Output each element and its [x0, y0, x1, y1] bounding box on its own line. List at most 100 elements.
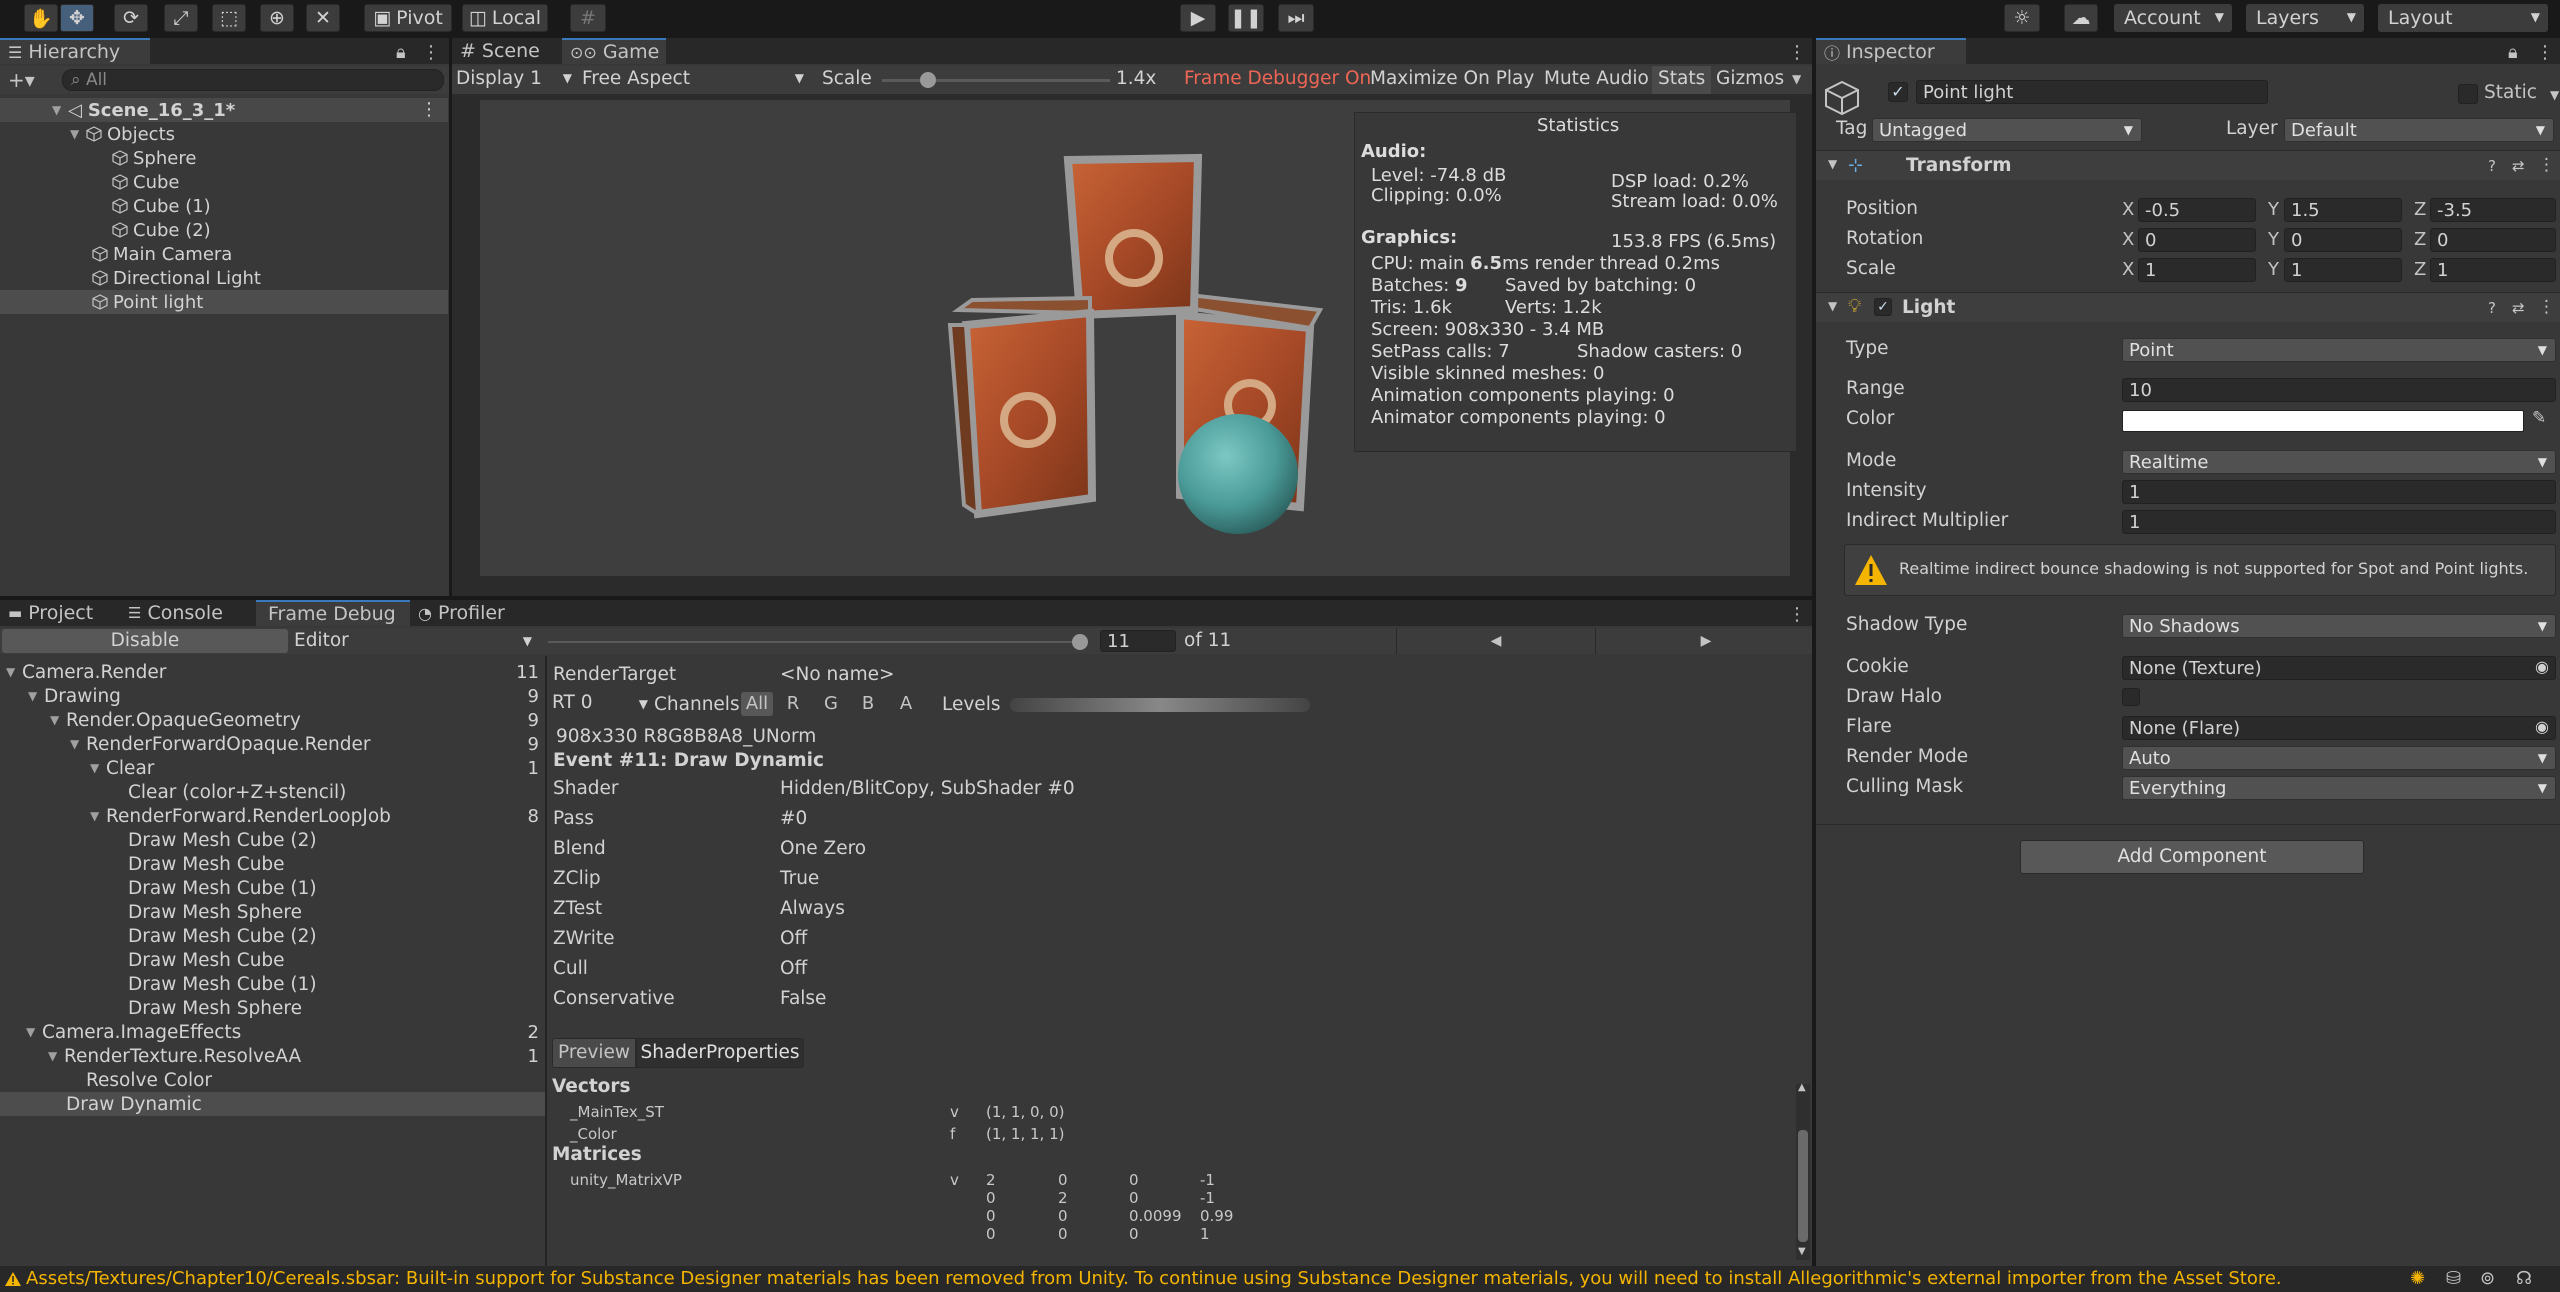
expand-triangle-icon[interactable]: ▼: [52, 103, 68, 117]
tab-scene[interactable]: # Scene: [452, 38, 562, 64]
channel-all-toggle[interactable]: All: [741, 692, 773, 716]
local-toggle[interactable]: ◫ Local: [462, 4, 548, 32]
mute-audio-toggle[interactable]: Mute Audio: [1544, 68, 1649, 89]
expand-triangle-icon[interactable]: ▼: [28, 689, 44, 703]
play-button[interactable]: ▶: [1180, 4, 1216, 32]
tree-row-selected[interactable]: Draw Dynamic: [0, 1092, 545, 1116]
chevron-down-icon[interactable]: ▼: [2550, 88, 2559, 102]
shader-properties-tab[interactable]: ShaderProperties: [636, 1038, 804, 1068]
position-x-field[interactable]: -0.5: [2138, 198, 2256, 222]
chevron-down-icon[interactable]: ▼: [1792, 72, 1801, 86]
hierarchy-item-main-camera[interactable]: Main Camera: [0, 242, 448, 266]
scene-row[interactable]: ▼ ◁ Scene_16_3_1* ⋮: [0, 98, 448, 122]
aspect-dropdown[interactable]: Free Aspect ▼: [578, 68, 810, 92]
expand-triangle-icon[interactable]: ▼: [90, 761, 106, 775]
tab-profiler[interactable]: ◔ Profiler: [410, 600, 526, 626]
add-icon[interactable]: +▾: [8, 68, 35, 92]
scale-y-field[interactable]: 1: [2284, 258, 2402, 282]
tag-dropdown[interactable]: Untagged ▼: [1872, 118, 2142, 142]
scale-slider[interactable]: [882, 72, 1110, 88]
rotation-z-field[interactable]: 0: [2430, 228, 2556, 252]
tree-row[interactable]: ▼ Camera.ImageEffects 2: [0, 1020, 545, 1044]
grid-snap-button[interactable]: #: [570, 4, 606, 32]
intensity-field[interactable]: 1: [2122, 480, 2556, 504]
hierarchy-item-sphere[interactable]: Sphere: [0, 146, 448, 170]
network-icon[interactable]: ⛁: [2446, 1268, 2461, 1289]
frame-debugger-on-label[interactable]: Frame Debugger On: [1184, 68, 1371, 89]
bake-icon[interactable]: ✺: [2410, 1268, 2425, 1289]
hierarchy-item-objects[interactable]: ▼ Objects: [0, 122, 448, 146]
channel-g-toggle[interactable]: G: [815, 692, 847, 716]
tab-inspector[interactable]: ⓘ Inspector: [1816, 38, 1966, 64]
splitter[interactable]: [545, 656, 547, 1266]
component-menu-icon[interactable]: ⋮: [2538, 155, 2555, 175]
collapse-triangle-icon[interactable]: ▼: [1828, 157, 1837, 171]
levels-slider[interactable]: [1010, 698, 1310, 712]
event-slider[interactable]: [548, 634, 1088, 650]
more-menu-icon[interactable]: ⋮: [1788, 604, 1806, 625]
object-picker-icon[interactable]: ◉: [2535, 657, 2549, 676]
scroll-up-icon[interactable]: ▲: [1798, 1082, 1806, 1093]
indirect-multiplier-field[interactable]: 1: [2122, 510, 2556, 534]
prev-event-button[interactable]: ◀: [1396, 628, 1596, 654]
transform-header[interactable]: ▼ ⊹ Transform ? ⇄ ⋮: [1816, 150, 2560, 180]
next-event-button[interactable]: ▶: [1606, 628, 1806, 654]
account-dropdown[interactable]: Account ▼: [2114, 4, 2232, 32]
flare-field[interactable]: None (Flare) ◉: [2122, 716, 2556, 740]
tree-row[interactable]: ▼ Drawing 9: [0, 684, 545, 708]
hierarchy-item-directional-light[interactable]: Directional Light: [0, 266, 448, 290]
tab-game[interactable]: ⊙⊙ Game: [562, 38, 666, 64]
target-dropdown[interactable]: Editor ▼: [292, 629, 536, 653]
tree-row[interactable]: ▼ Camera.Render 11: [0, 660, 545, 684]
tree-row[interactable]: Draw Mesh Sphere: [0, 900, 545, 924]
expand-triangle-icon[interactable]: ▼: [48, 1049, 64, 1063]
event-index-field[interactable]: 11: [1100, 630, 1176, 652]
expand-triangle-icon[interactable]: ▼: [70, 737, 86, 751]
hierarchy-item-point-light[interactable]: Point light: [0, 290, 448, 314]
cloud-button[interactable]: ☁: [2064, 4, 2098, 32]
rotation-y-field[interactable]: 0: [2284, 228, 2402, 252]
tree-row[interactable]: ▼ RenderForward.RenderLoopJob 8: [0, 804, 545, 828]
expand-triangle-icon[interactable]: ▼: [26, 1025, 42, 1039]
rect-tool-button[interactable]: ⬚: [212, 4, 246, 32]
tree-row[interactable]: Draw Mesh Sphere: [0, 996, 545, 1020]
color-swatch[interactable]: [2122, 410, 2524, 432]
tree-row[interactable]: ▼ RenderForwardOpaque.Render 9: [0, 732, 545, 756]
position-y-field[interactable]: 1.5: [2284, 198, 2402, 222]
more-menu-icon[interactable]: ⋮: [422, 42, 440, 63]
help-icon[interactable]: ?: [2488, 157, 2496, 175]
component-menu-icon[interactable]: ⋮: [2538, 297, 2555, 317]
tree-row[interactable]: ▼ Render.OpaqueGeometry 9: [0, 708, 545, 732]
tree-row[interactable]: Draw Mesh Cube (1): [0, 876, 545, 900]
more-menu-icon[interactable]: ⋮: [1788, 42, 1806, 63]
preview-tab[interactable]: Preview: [552, 1038, 636, 1068]
help-icon[interactable]: ?: [2488, 299, 2496, 317]
add-component-button[interactable]: Add Component: [2020, 840, 2364, 874]
type-dropdown[interactable]: Point ▼: [2122, 338, 2556, 362]
tab-frame-debug[interactable]: Frame Debug: [256, 600, 410, 626]
lock-icon[interactable]: 🔒︎: [396, 42, 406, 63]
position-z-field[interactable]: -3.5: [2430, 198, 2556, 222]
presets-icon[interactable]: ⇄: [2512, 299, 2525, 317]
draw-halo-checkbox[interactable]: [2122, 688, 2140, 706]
tree-row[interactable]: Draw Mesh Cube (2): [0, 924, 545, 948]
scroll-down-icon[interactable]: ▼: [1798, 1246, 1806, 1257]
rt-dropdown[interactable]: RT 0 ▼: [550, 692, 652, 716]
expand-triangle-icon[interactable]: ▼: [70, 127, 86, 141]
tree-row[interactable]: ▼ RenderTexture.ResolveAA 1: [0, 1044, 545, 1068]
custom-tool-button[interactable]: ✕: [306, 4, 340, 32]
culling-mask-dropdown[interactable]: Everything ▼: [2122, 776, 2556, 800]
cookie-field[interactable]: None (Texture) ◉: [2122, 656, 2556, 680]
hierarchy-search-input[interactable]: ⌕ All: [62, 69, 444, 91]
layer-dropdown[interactable]: Default ▼: [2284, 118, 2554, 142]
debug-icon[interactable]: ⊚: [2480, 1268, 2495, 1289]
tab-project[interactable]: ▬ Project: [0, 600, 120, 626]
layers-dropdown[interactable]: Layers ▼: [2246, 4, 2364, 32]
collab-icon[interactable]: ☊: [2516, 1268, 2532, 1289]
static-checkbox[interactable]: [2458, 84, 2478, 104]
scale-z-field[interactable]: 1: [2430, 258, 2556, 282]
expand-triangle-icon[interactable]: ▼: [50, 713, 66, 727]
status-bar[interactable]: Assets/Textures/Chapter10/Cereals.sbsar:…: [0, 1266, 2560, 1292]
light-enabled-checkbox[interactable]: ✓: [1874, 298, 1892, 316]
expand-triangle-icon[interactable]: ▼: [90, 809, 106, 823]
